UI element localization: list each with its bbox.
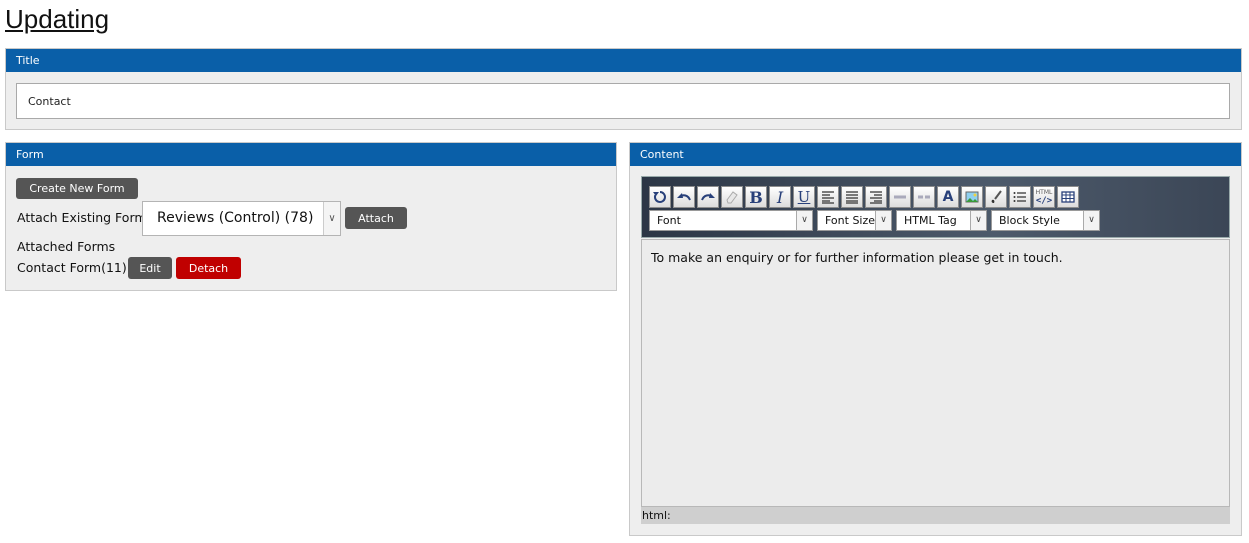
attached-form-name: Contact Form(11) (17, 260, 127, 275)
align-left-icon[interactable] (817, 186, 839, 208)
form-panel-header: Form (6, 143, 616, 166)
align-right-icon[interactable] (865, 186, 887, 208)
title-panel: Title (5, 48, 1242, 130)
redo-icon[interactable] (697, 186, 719, 208)
eraser-icon[interactable] (721, 186, 743, 208)
attach-existing-form-label: Attach Existing Form (17, 210, 147, 225)
chevron-down-icon: ∨ (875, 211, 891, 230)
detach-form-button[interactable]: Detach (176, 257, 241, 279)
editor-status-label: html: (642, 509, 671, 522)
chevron-down-icon: ∨ (323, 202, 340, 235)
attached-forms-label: Attached Forms (17, 239, 116, 254)
edit-form-button[interactable]: Edit (128, 257, 172, 279)
underline-icon[interactable]: U (793, 186, 815, 208)
font-size-dropdown[interactable]: Font Size ∨ (817, 210, 892, 231)
align-center-icon[interactable] (841, 186, 863, 208)
title-input[interactable] (16, 83, 1230, 119)
block-style-dropdown[interactable]: Block Style ∨ (991, 210, 1100, 231)
existing-form-select[interactable]: Reviews (Control) (78) ∨ (142, 201, 341, 236)
page-title: Updating (5, 4, 110, 34)
brush-icon[interactable] (985, 186, 1007, 208)
font-dropdown[interactable]: Font ∨ (649, 210, 813, 231)
link-icon[interactable] (889, 186, 911, 208)
rich-text-editor: B I U A HTML </> Font ∨ Font Size ∨ HTML… (641, 176, 1230, 524)
chevron-down-icon: ∨ (970, 211, 986, 230)
font-size-dropdown-value: Font Size (825, 214, 876, 227)
form-panel: Form Create New Form Attach Existing For… (5, 142, 617, 291)
undo-icon[interactable] (649, 186, 671, 208)
html-tag-dropdown[interactable]: HTML Tag ∨ (896, 210, 987, 231)
chevron-down-icon: ∨ (1083, 211, 1099, 230)
html-source-icon[interactable]: HTML </> (1033, 186, 1055, 208)
table-icon[interactable] (1057, 186, 1079, 208)
title-panel-header: Title (6, 49, 1241, 72)
editor-content-area[interactable]: To make an enquiry or for further inform… (641, 239, 1230, 507)
editor-status-bar: html: (641, 507, 1230, 524)
chevron-down-icon: ∨ (796, 211, 812, 230)
existing-form-select-value: Reviews (Control) (78) (157, 210, 314, 226)
editor-toolbar: B I U A HTML </> Font ∨ Font Size ∨ HTML… (641, 176, 1230, 238)
italic-icon[interactable]: I (769, 186, 791, 208)
bold-icon[interactable]: B (745, 186, 767, 208)
create-new-form-button[interactable]: Create New Form (16, 178, 138, 199)
image-icon[interactable] (961, 186, 983, 208)
content-panel-header: Content (630, 143, 1241, 166)
block-style-dropdown-value: Block Style (999, 214, 1060, 227)
font-dropdown-value: Font (657, 214, 681, 227)
unlink-icon[interactable] (913, 186, 935, 208)
list-icon[interactable] (1009, 186, 1031, 208)
font-color-icon[interactable]: A (937, 186, 959, 208)
undo-arrow-icon[interactable] (673, 186, 695, 208)
attach-button[interactable]: Attach (345, 207, 407, 229)
html-tag-dropdown-value: HTML Tag (904, 214, 957, 227)
editor-body-text: To make an enquiry or for further inform… (651, 250, 1063, 265)
content-panel: Content B I U A HTML </> Font ∨ Font Siz… (629, 142, 1242, 536)
